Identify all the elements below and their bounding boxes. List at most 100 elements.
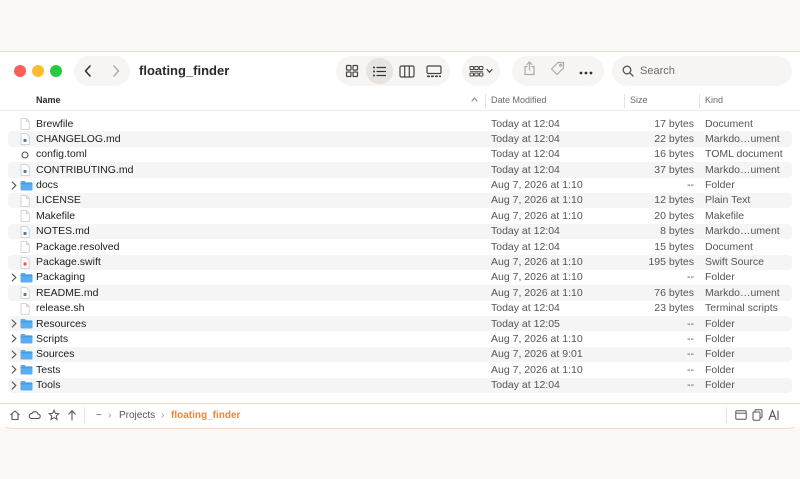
file-date: Aug 7, 2026 at 1:10: [491, 332, 583, 345]
folder-icon: [20, 318, 33, 332]
chevron-left-icon: [84, 65, 91, 77]
disclosure-chevron-icon[interactable]: [11, 273, 17, 285]
copy-icon[interactable]: [752, 409, 763, 421]
view-switcher: [336, 56, 450, 86]
file-size: 195 bytes: [648, 256, 694, 269]
column-size-header[interactable]: Size: [630, 95, 648, 105]
path-current[interactable]: floating_finder: [171, 410, 240, 421]
disclosure-chevron-icon[interactable]: [11, 180, 17, 193]
navigation-group: [74, 56, 130, 86]
column-divider[interactable]: [485, 94, 486, 108]
table-row[interactable]: Packaging Aug 7, 2026 at 1:10 -- Folder: [8, 270, 792, 285]
path-separator: ›: [108, 410, 112, 421]
table-row[interactable]: NOTES.md Today at 12:04 8 bytes Markdo…umen…: [8, 223, 792, 240]
file-name: Makefile: [36, 209, 76, 222]
file-kind: Markdo…ument: [705, 163, 780, 176]
forward-button[interactable]: [102, 56, 130, 86]
path-bar: ~ › Projects › floating_finder: [0, 403, 800, 427]
disclosure-chevron-icon[interactable]: [11, 334, 17, 346]
chevron-right-icon: [113, 65, 120, 77]
file-kind: Folder: [705, 363, 735, 376]
column-kind-header[interactable]: Kind: [705, 95, 723, 105]
preview-icon[interactable]: [735, 410, 747, 420]
path-separator: ›: [161, 410, 165, 421]
file-name: config.toml: [36, 148, 87, 161]
share-button[interactable]: [523, 61, 536, 81]
table-row[interactable]: CHANGELOG.md Today at 12:04 22 bytes Markdo…: [8, 131, 792, 147]
file-list: Brewfile Today at 12:04 17 bytes Document CH…: [0, 116, 800, 394]
zoom-window-button[interactable]: [50, 65, 62, 77]
file-kind: Document: [705, 117, 753, 130]
disclosure-chevron-icon[interactable]: [11, 319, 17, 331]
table-row[interactable]: Sources Aug 7, 2026 at 9:01 -- Folder: [8, 346, 792, 363]
file-size: 16 bytes: [654, 148, 694, 161]
text-format-icon[interactable]: [768, 409, 780, 421]
table-row[interactable]: Brewfile Today at 12:04 17 bytes Document: [8, 116, 792, 131]
column-view-button[interactable]: [393, 58, 421, 84]
file-size: --: [687, 332, 694, 345]
disclosure-chevron-icon[interactable]: [11, 365, 17, 377]
table-row[interactable]: config.toml Today at 12:04 16 bytes TOML do…: [8, 147, 792, 162]
table-row[interactable]: Tests Aug 7, 2026 at 1:10 -- Folder: [8, 362, 792, 377]
file-kind: Markdo…ument: [705, 286, 780, 299]
column-divider[interactable]: [699, 94, 700, 108]
star-icon[interactable]: [48, 409, 60, 421]
table-row[interactable]: Tools Today at 12:04 -- Folder: [8, 377, 792, 394]
disclosure-chevron-icon[interactable]: [11, 381, 17, 393]
path-divider: [84, 407, 85, 423]
path-parent[interactable]: Projects: [119, 410, 155, 421]
group-by-button[interactable]: [462, 56, 500, 86]
table-row[interactable]: Makefile Aug 7, 2026 at 1:10 20 bytes Makef…: [8, 208, 792, 223]
minimize-window-button[interactable]: [32, 65, 44, 77]
table-row[interactable]: Package.swift Aug 7, 2026 at 1:10 195 byte…: [8, 254, 792, 270]
table-row[interactable]: Package.resolved Today at 12:04 15 bytes Do…: [8, 239, 792, 254]
file-date: Aug 7, 2026 at 9:01: [491, 348, 583, 361]
file-name: docs: [36, 179, 59, 192]
file-name: Packaging: [36, 271, 86, 284]
table-row[interactable]: CONTRIBUTING.md Today at 12:04 37 bytes Mar…: [8, 162, 792, 178]
file-date: Aug 7, 2026 at 1:10: [491, 286, 583, 299]
table-row[interactable]: README.md Aug 7, 2026 at 1:10 76 bytes Mark…: [8, 285, 792, 301]
home-icon[interactable]: [9, 409, 21, 421]
file-name: Package.swift: [36, 256, 101, 269]
file-date: Aug 7, 2026 at 1:10: [491, 179, 583, 192]
doc-icon: [20, 241, 30, 256]
icon-view-button[interactable]: [338, 58, 366, 84]
close-window-button[interactable]: [14, 65, 26, 77]
gallery-view-button[interactable]: [421, 58, 449, 84]
file-name: Resources: [36, 317, 87, 330]
file-date: Today at 12:04: [491, 379, 560, 392]
file-kind: Folder: [705, 179, 735, 192]
more-actions-button[interactable]: [579, 62, 593, 80]
file-date: Aug 7, 2026 at 1:10: [491, 194, 583, 207]
column-date-header[interactable]: Date Modified: [491, 95, 547, 105]
ellipsis-icon: [579, 71, 593, 75]
search-input[interactable]: [640, 65, 770, 77]
column-name-header[interactable]: Name: [36, 95, 61, 105]
table-row[interactable]: Scripts Aug 7, 2026 at 1:10 -- Folder: [8, 331, 792, 346]
disclosure-chevron-icon[interactable]: [11, 350, 17, 362]
back-button[interactable]: [74, 56, 102, 86]
file-kind: Folder: [705, 379, 735, 392]
table-row[interactable]: LICENSE Aug 7, 2026 at 1:10 12 bytes Plain …: [8, 192, 792, 209]
file-name: Scripts: [36, 332, 69, 345]
file-size: 17 bytes: [654, 117, 694, 130]
search-icon: [622, 65, 634, 77]
table-row[interactable]: Resources Today at 12:05 -- Folder: [8, 316, 792, 332]
table-row[interactable]: docs Aug 7, 2026 at 1:10 -- Folder: [8, 178, 792, 193]
search-field[interactable]: [612, 56, 792, 86]
file-date: Today at 12:04: [491, 132, 560, 145]
table-row[interactable]: release.sh Today at 12:04 23 bytes Terminal…: [8, 301, 792, 316]
cloud-icon[interactable]: [28, 410, 41, 420]
file-kind: Document: [705, 240, 753, 253]
file-kind: Markdo…ument: [705, 225, 780, 238]
tag-button[interactable]: [550, 61, 565, 81]
file-size: 22 bytes: [654, 132, 694, 145]
list-view-button[interactable]: [365, 58, 393, 84]
folder-icon: [20, 364, 33, 378]
path-home[interactable]: ~: [96, 410, 102, 421]
column-divider[interactable]: [624, 94, 625, 108]
file-kind: Folder: [705, 348, 735, 361]
arrow-up-icon[interactable]: [67, 409, 77, 421]
file-date: Aug 7, 2026 at 1:10: [491, 209, 583, 222]
